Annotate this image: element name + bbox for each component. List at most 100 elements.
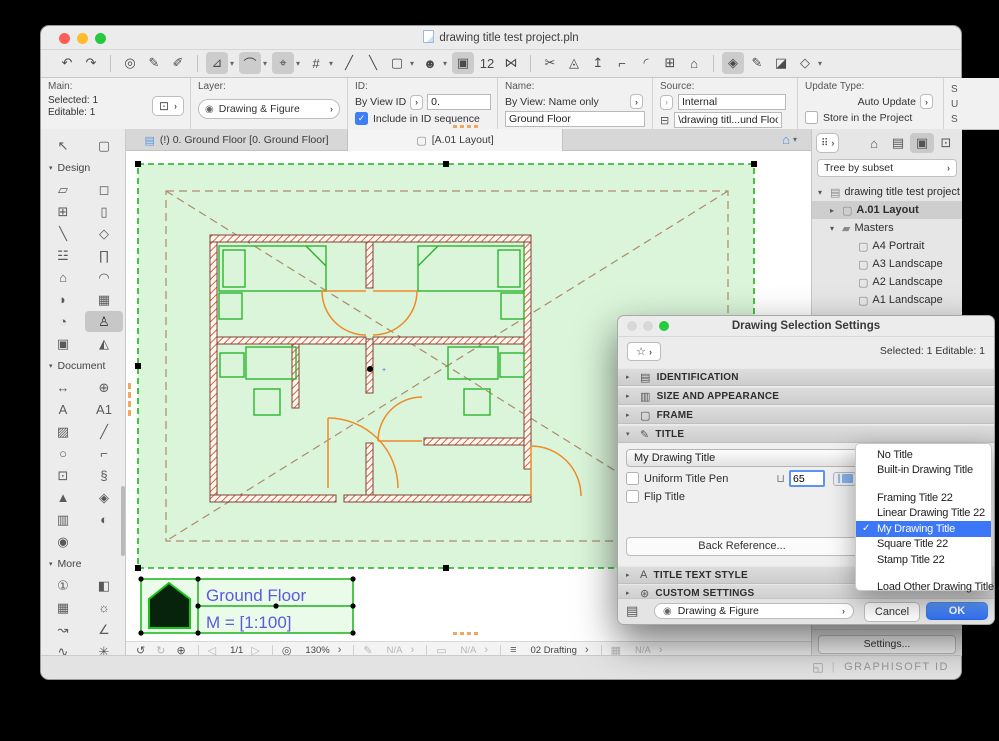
divider[interactable] [500, 645, 501, 656]
skylight-tool[interactable]: ◭ [85, 333, 123, 354]
text-tool[interactable]: A [44, 399, 82, 420]
store-project-checkbox[interactable] [805, 111, 818, 124]
teamwork-button[interactable]: ⌂ ▾ [782, 132, 797, 147]
favorites-star-button[interactable]: ☆› [627, 342, 661, 361]
chevron-down-icon[interactable]: ▾ [407, 52, 417, 74]
layout-counter[interactable]: 1/1 [227, 645, 243, 656]
section-document[interactable]: ▾ Document [41, 357, 125, 375]
polyline-tool[interactable]: ⌐ [85, 443, 123, 464]
section-design[interactable]: ▾ Design [41, 159, 125, 177]
view-map-icon[interactable]: ▤ [886, 133, 910, 153]
circle-tool[interactable]: ○ [44, 443, 82, 464]
snap-points-icon[interactable]: ⌖ [272, 52, 294, 74]
drag-icon[interactable]: ◈ [722, 52, 744, 74]
chevron-down-icon[interactable]: ▾ [293, 52, 303, 74]
menu-item-built-in[interactable]: Built-in Drawing Title [856, 463, 991, 479]
trace-reference-icon[interactable]: ╲ [362, 52, 384, 74]
mesh-tool[interactable]: ◔ [44, 311, 82, 332]
window-tool[interactable]: ⊞ [44, 201, 82, 222]
angle-dimension-tool[interactable]: ∠ [85, 619, 123, 640]
menu-separator[interactable] [856, 478, 991, 490]
divider[interactable] [713, 55, 714, 72]
zone-tool[interactable]: ▣ [44, 333, 82, 354]
menu-item-no-title[interactable]: No Title [856, 447, 991, 463]
divider[interactable] [272, 645, 273, 656]
rotate-icon[interactable]: ◇ [794, 52, 816, 74]
pane-splitter-handle[interactable] [453, 125, 478, 128]
section-size-appearance[interactable]: ▸▥SIZE AND APPEARANCE [618, 387, 994, 405]
divider[interactable] [353, 645, 354, 656]
wall-tool[interactable]: ▱ [44, 179, 82, 200]
empty-cell[interactable] [85, 531, 123, 552]
uniform-title-pen-checkbox[interactable] [626, 472, 639, 485]
menu-item-my-drawing-title[interactable]: ✓ My Drawing Title [856, 521, 991, 537]
stair-tool[interactable]: ☳ [44, 245, 82, 266]
dimensions-icon[interactable]: 12 [476, 52, 498, 74]
marquee-restrict-icon[interactable]: ⋈ [500, 52, 522, 74]
pane-splitter-handle[interactable] [453, 632, 478, 635]
fillet-icon[interactable]: ◜ [635, 52, 657, 74]
dialog-titlebar[interactable]: Drawing Selection Settings [618, 316, 994, 337]
navigator-settings-button[interactable]: Settings... [818, 635, 956, 654]
pen-number-field[interactable] [789, 470, 825, 487]
menu-separator[interactable] [856, 568, 991, 580]
column-tool[interactable]: ▯ [85, 201, 123, 222]
tab-ground-floor[interactable]: ▤ (!) 0. Ground Floor [0. Ground Floor] [126, 129, 348, 151]
project-chooser-button[interactable]: ⠿› [816, 133, 839, 153]
interior-elevation-tool[interactable]: ◈ [85, 487, 123, 508]
source-path-field[interactable] [674, 112, 782, 128]
include-id-checkbox[interactable]: ✓ [355, 112, 368, 125]
guide-lines-icon[interactable]: ⊿ [206, 52, 228, 74]
menu-item-framing[interactable]: Framing Title 22 [856, 490, 991, 506]
section-title[interactable]: ▾✎TITLE [618, 425, 994, 443]
beam-tool[interactable]: ╲ [44, 223, 82, 244]
shell-tool[interactable]: ◠ [85, 267, 123, 288]
marquee-tool[interactable]: ▢ [85, 135, 123, 156]
chevron-down-icon[interactable]: ▾ [440, 52, 450, 74]
door-tool[interactable]: ◻ [85, 179, 123, 200]
chevron-down-icon[interactable]: ▾ [326, 52, 336, 74]
divider[interactable] [110, 55, 111, 72]
section-marker-tool[interactable]: § [85, 465, 123, 486]
menu-item-linear[interactable]: Linear Drawing Title 22 [856, 506, 991, 522]
fill-tool[interactable]: ▨ [44, 421, 82, 442]
chevron-down-icon[interactable]: ▾ [227, 52, 237, 74]
tree-by-subset-dropdown[interactable]: Tree by subset › [817, 159, 957, 177]
detail-tool[interactable]: ◐ [85, 509, 123, 530]
layout-book-icon[interactable]: ▣ [910, 133, 934, 153]
name-value-field[interactable] [505, 111, 645, 127]
flip-title-checkbox[interactable] [626, 490, 639, 503]
divider[interactable] [530, 55, 531, 72]
name-mode-dropdown[interactable]: › [630, 94, 643, 109]
chevron-down-icon[interactable]: ▾ [815, 52, 825, 74]
divider[interactable] [197, 55, 198, 72]
modify-icon[interactable]: ✎ [746, 52, 768, 74]
intersect-icon[interactable]: ⌐ [611, 52, 633, 74]
menu-item-stamp[interactable]: Stamp Title 22 [856, 552, 991, 568]
favorites-icon[interactable]: ☻ [419, 52, 441, 74]
drawing-anchor-handle[interactable] [367, 366, 373, 372]
toolbox-scrollbar[interactable] [121, 486, 125, 556]
layers-icon[interactable]: ▢ [386, 52, 408, 74]
camera-tool[interactable]: ◉ [44, 531, 82, 552]
zoom-level-value[interactable]: 130% [302, 645, 329, 656]
inject-parameters-icon[interactable]: ✐ [167, 52, 189, 74]
worksheet-tool[interactable]: ▥ [44, 509, 82, 530]
pane-splitter-handle[interactable] [128, 383, 131, 416]
scale-value[interactable]: N/A [458, 645, 477, 656]
section-identification[interactable]: ▸▤IDENTIFICATION [618, 368, 994, 386]
drawing-title-block[interactable]: Ground Floor M = [1:100] [138, 576, 355, 635]
divider[interactable] [426, 645, 427, 656]
snap-guides-icon[interactable]: ⌒ [239, 52, 261, 74]
morph-tool[interactable]: ◗ [44, 289, 82, 310]
graphisoft-id-icon[interactable]: ◱ [812, 660, 823, 674]
railing-tool[interactable]: ∏ [85, 245, 123, 266]
zoom-to-selection-icon[interactable]: ◎ [119, 52, 141, 74]
redo-icon[interactable]: ↷ [80, 52, 102, 74]
slab-tool[interactable]: ◇ [85, 223, 123, 244]
resize-icon[interactable]: ⊞ [659, 52, 681, 74]
tab-a01-layout[interactable]: ▢ [A.01 Layout] [348, 129, 563, 151]
chevron-down-icon[interactable]: ▾ [260, 52, 270, 74]
source-dropdown[interactable]: › [660, 95, 673, 110]
object-tool[interactable]: ♙ [85, 311, 123, 332]
